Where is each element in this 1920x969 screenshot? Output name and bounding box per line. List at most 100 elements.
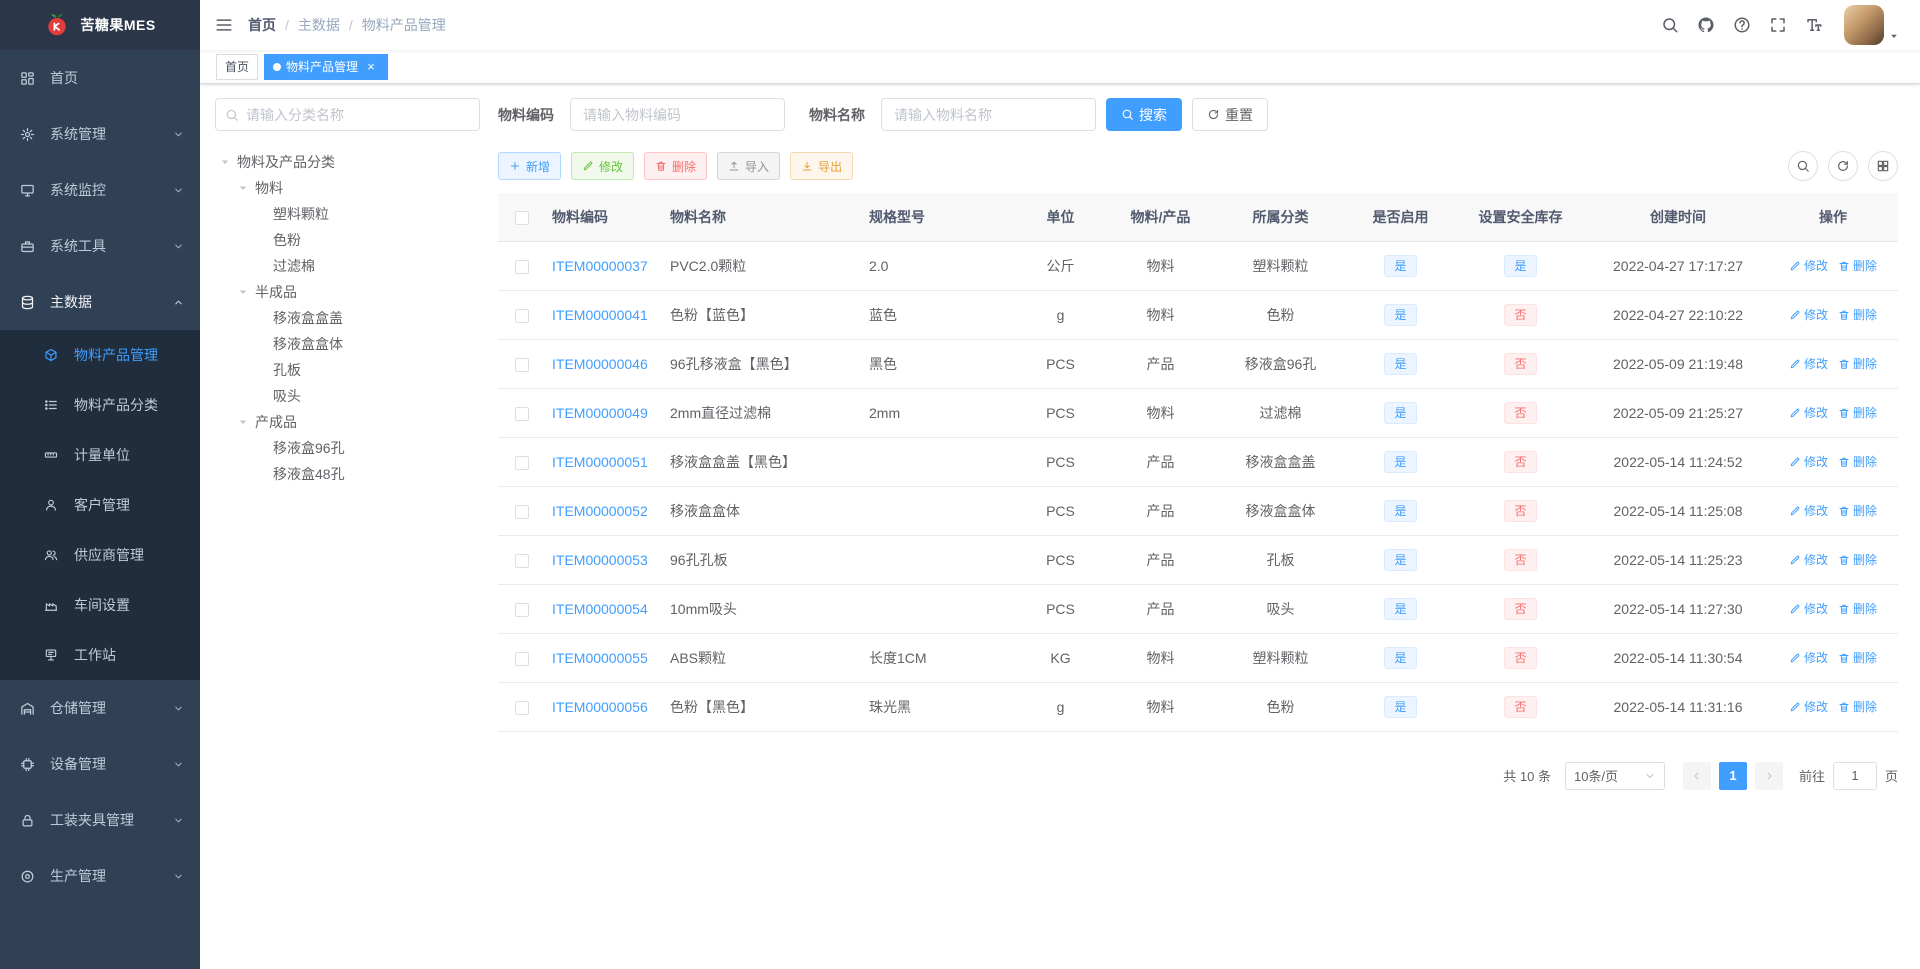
- material-code-link[interactable]: ITEM00000046: [552, 356, 648, 372]
- tree-node[interactable]: 产成品: [215, 409, 480, 435]
- row-checkbox[interactable]: [515, 504, 529, 519]
- sidebar-item-material-product-management[interactable]: 物料产品管理: [0, 330, 200, 380]
- column-settings-button[interactable]: [1868, 151, 1898, 181]
- edit-row-button[interactable]: 修改: [1789, 355, 1828, 372]
- edit-button[interactable]: 修改: [571, 152, 635, 180]
- category-search-input[interactable]: [215, 98, 480, 131]
- material-code-link[interactable]: ITEM00000056: [552, 699, 648, 715]
- tree-node[interactable]: 塑料颗粒: [215, 201, 480, 227]
- page-size-select[interactable]: 10条/页: [1564, 761, 1665, 790]
- close-icon[interactable]: ×: [363, 59, 379, 75]
- delete-row-button[interactable]: 删除: [1838, 551, 1877, 568]
- edit-row-button[interactable]: 修改: [1789, 257, 1828, 274]
- goto-page-input[interactable]: [1832, 761, 1877, 790]
- tree-node[interactable]: 色粉: [215, 227, 480, 253]
- material-code-link[interactable]: ITEM00000055: [552, 650, 648, 666]
- edit-row-button[interactable]: 修改: [1789, 306, 1828, 323]
- github-button[interactable]: [1688, 0, 1724, 50]
- delete-row-button[interactable]: 删除: [1838, 306, 1877, 323]
- edit-row-button[interactable]: 修改: [1789, 698, 1828, 715]
- row-checkbox[interactable]: [515, 700, 529, 715]
- sidebar-item-system-monitoring[interactable]: 系统监控: [0, 162, 200, 218]
- delete-row-button[interactable]: 删除: [1838, 355, 1877, 372]
- export-button[interactable]: 导出: [790, 152, 854, 180]
- row-checkbox[interactable]: [515, 259, 529, 274]
- prev-page-button[interactable]: [1682, 761, 1711, 790]
- material-code-link[interactable]: ITEM00000041: [552, 307, 648, 323]
- delete-row-button[interactable]: 删除: [1838, 404, 1877, 421]
- tree-node[interactable]: 物料: [215, 175, 480, 201]
- sidebar-item-production-management[interactable]: 生产管理: [0, 848, 200, 904]
- tree-node[interactable]: 吸头: [215, 383, 480, 409]
- tree-node[interactable]: 物料及产品分类: [215, 149, 480, 175]
- row-checkbox[interactable]: [515, 651, 529, 666]
- row-checkbox[interactable]: [515, 553, 529, 568]
- sidebar-item-measure-unit[interactable]: 计量单位: [0, 430, 200, 480]
- sidebar-item-workstation[interactable]: 工作站: [0, 630, 200, 680]
- material-code-link[interactable]: ITEM00000037: [552, 258, 648, 274]
- breadcrumb-item[interactable]: 主数据: [298, 15, 340, 35]
- sidebar-toggle[interactable]: [200, 0, 248, 50]
- material-code-link[interactable]: ITEM00000049: [552, 405, 648, 421]
- tree-node[interactable]: 孔板: [215, 357, 480, 383]
- tree-node[interactable]: 过滤棉: [215, 253, 480, 279]
- sidebar-item-master-data[interactable]: 主数据: [0, 274, 200, 330]
- delete-row-button[interactable]: 删除: [1838, 502, 1877, 519]
- material-code-link[interactable]: ITEM00000052: [552, 503, 648, 519]
- delete-row-button[interactable]: 删除: [1838, 257, 1877, 274]
- user-menu[interactable]: [1844, 5, 1900, 45]
- sidebar-item-supplier-management[interactable]: 供应商管理: [0, 530, 200, 580]
- material-code-input[interactable]: [570, 98, 785, 131]
- fullscreen-button[interactable]: [1760, 0, 1796, 50]
- edit-row-button[interactable]: 修改: [1789, 502, 1828, 519]
- sidebar-item-system-management[interactable]: 系统管理: [0, 106, 200, 162]
- app-logo[interactable]: 苦糖果MES: [0, 0, 200, 50]
- tag-material-product-management[interactable]: 物料产品管理 ×: [264, 53, 389, 80]
- material-code-link[interactable]: ITEM00000051: [552, 454, 648, 470]
- toggle-search-button[interactable]: [1788, 151, 1818, 181]
- delete-row-button[interactable]: 删除: [1838, 600, 1877, 617]
- sidebar-item-customer-management[interactable]: 客户管理: [0, 480, 200, 530]
- row-checkbox[interactable]: [515, 602, 529, 617]
- next-page-button[interactable]: [1754, 761, 1783, 790]
- delete-row-button[interactable]: 删除: [1838, 649, 1877, 666]
- import-button[interactable]: 导入: [717, 152, 781, 180]
- search-button[interactable]: [1652, 0, 1688, 50]
- sidebar-item-workshop-settings[interactable]: 车间设置: [0, 580, 200, 630]
- tree-node[interactable]: 移液盒盒体: [215, 331, 480, 357]
- tree-node[interactable]: 半成品: [215, 279, 480, 305]
- row-checkbox[interactable]: [515, 308, 529, 323]
- tree-node[interactable]: 移液盒96孔: [215, 435, 480, 461]
- tag-home[interactable]: 首页: [216, 53, 259, 80]
- sidebar-item-fixture-management[interactable]: 工装夹具管理: [0, 792, 200, 848]
- material-name-input[interactable]: [881, 98, 1096, 131]
- refresh-table-button[interactable]: [1828, 151, 1858, 181]
- row-checkbox[interactable]: [515, 406, 529, 421]
- material-code-link[interactable]: ITEM00000054: [552, 601, 648, 617]
- current-page-button[interactable]: 1: [1718, 761, 1747, 790]
- delete-button[interactable]: 删除: [644, 152, 708, 180]
- row-checkbox[interactable]: [515, 357, 529, 372]
- tree-node[interactable]: 移液盒盒盖: [215, 305, 480, 331]
- edit-row-button[interactable]: 修改: [1789, 453, 1828, 470]
- sidebar-item-warehouse-management[interactable]: 仓储管理: [0, 680, 200, 736]
- edit-row-button[interactable]: 修改: [1789, 600, 1828, 617]
- edit-row-button[interactable]: 修改: [1789, 551, 1828, 568]
- tree-node[interactable]: 移液盒48孔: [215, 461, 480, 487]
- sidebar-item-material-product-category[interactable]: 物料产品分类: [0, 380, 200, 430]
- material-code-link[interactable]: ITEM00000053: [552, 552, 648, 568]
- font-size-button[interactable]: [1796, 0, 1832, 50]
- sidebar-item-equipment-management[interactable]: 设备管理: [0, 736, 200, 792]
- select-all-checkbox[interactable]: [515, 210, 529, 225]
- reset-button[interactable]: 重置: [1192, 98, 1268, 131]
- edit-row-button[interactable]: 修改: [1789, 404, 1828, 421]
- row-checkbox[interactable]: [515, 455, 529, 470]
- sidebar-item-home[interactable]: 首页: [0, 50, 200, 106]
- search-button[interactable]: 搜索: [1106, 98, 1182, 131]
- edit-row-button[interactable]: 修改: [1789, 649, 1828, 666]
- delete-row-button[interactable]: 删除: [1838, 453, 1877, 470]
- help-button[interactable]: [1724, 0, 1760, 50]
- breadcrumb-item[interactable]: 首页: [248, 15, 276, 35]
- delete-row-button[interactable]: 删除: [1838, 698, 1877, 715]
- add-button[interactable]: 新增: [498, 152, 562, 180]
